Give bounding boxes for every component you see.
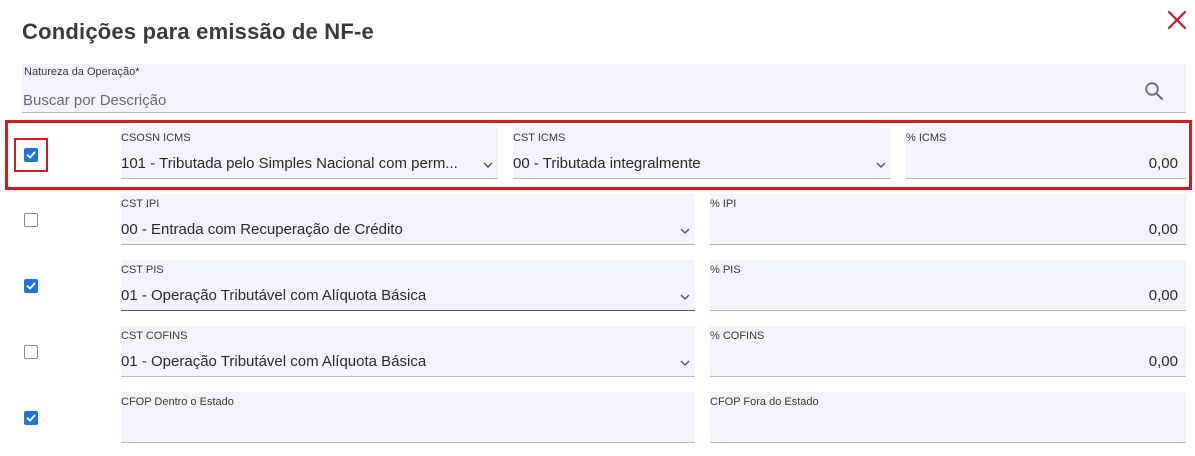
cst-pis-value: 01 - Operação Tributável com Alíquota Bá… [121, 287, 427, 304]
cst-ipi-value: 00 - Entrada com Recuperação de Crédito [121, 221, 403, 238]
ipi-checkbox[interactable] [24, 213, 38, 227]
chevron-down-icon [876, 162, 886, 168]
perc-icms-value: 0,00 [1148, 155, 1178, 172]
cst-cofins-select[interactable]: CST COFINS 01 - Operação Tributável com … [121, 326, 695, 377]
dialog-title: Condições para emissão de NF-e [22, 19, 374, 44]
perc-icms-label: % ICMS [906, 132, 947, 144]
perc-cofins-input[interactable]: % COFINS 0,00 [710, 326, 1186, 377]
csosn-icms-select[interactable]: CSOSN ICMS 101 - Tributada pelo Simples … [121, 128, 498, 179]
checkmark-icon [26, 151, 36, 159]
cfop-fora-input[interactable]: CFOP Fora do Estado [710, 392, 1186, 443]
search-icon[interactable] [1144, 81, 1164, 101]
perc-ipi-label: % IPI [710, 198, 737, 210]
icms-checkbox[interactable] [24, 148, 38, 162]
chevron-down-icon [483, 162, 493, 168]
cst-ipi-select[interactable]: CST IPI 00 - Entrada com Recuperação de … [121, 194, 695, 245]
cst-icms-label: CST ICMS [513, 132, 566, 144]
cfop-checkbox[interactable] [24, 411, 38, 425]
cofins-checkbox[interactable] [24, 345, 38, 359]
pis-checkbox[interactable] [24, 279, 38, 293]
cfop-dentro-input[interactable]: CFOP Dentro o Estado [121, 392, 695, 443]
cst-pis-label: CST PIS [121, 264, 164, 276]
natureza-operacao-label: Natureza da Operação* [24, 66, 140, 78]
chevron-down-icon [680, 360, 690, 366]
perc-cofins-value: 0,00 [1148, 353, 1178, 370]
cst-icms-value: 00 - Tributada integralmente [513, 155, 701, 172]
perc-ipi-input[interactable]: % IPI 0,00 [710, 194, 1186, 245]
perc-cofins-label: % COFINS [710, 330, 765, 342]
perc-pis-input[interactable]: % PIS 0,00 [710, 260, 1186, 311]
natureza-operacao-field[interactable]: Natureza da Operação* Buscar por Descriç… [22, 64, 1186, 113]
csosn-icms-value: 101 - Tributada pelo Simples Nacional co… [121, 155, 458, 172]
chevron-down-icon [680, 228, 690, 234]
csosn-icms-label: CSOSN ICMS [121, 132, 191, 144]
cst-ipi-label: CST IPI [121, 198, 160, 210]
cst-cofins-value: 01 - Operação Tributável com Alíquota Bá… [121, 353, 427, 370]
checkmark-icon [26, 282, 36, 290]
perc-pis-value: 0,00 [1148, 287, 1178, 304]
chevron-down-icon [680, 294, 690, 300]
perc-ipi-value: 0,00 [1148, 221, 1178, 238]
perc-pis-label: % PIS [710, 264, 741, 276]
cst-icms-select[interactable]: CST ICMS 00 - Tributada integralmente [513, 128, 891, 179]
cst-pis-select[interactable]: CST PIS 01 - Operação Tributável com Alí… [121, 260, 695, 311]
cfop-dentro-label: CFOP Dentro o Estado [121, 396, 234, 408]
close-icon[interactable] [1166, 9, 1188, 31]
natureza-operacao-input[interactable]: Buscar por Descrição [23, 92, 166, 109]
checkmark-icon [26, 414, 36, 422]
cst-cofins-label: CST COFINS [121, 330, 188, 342]
cfop-fora-label: CFOP Fora do Estado [710, 396, 819, 408]
perc-icms-input[interactable]: % ICMS 0,00 [906, 128, 1186, 179]
